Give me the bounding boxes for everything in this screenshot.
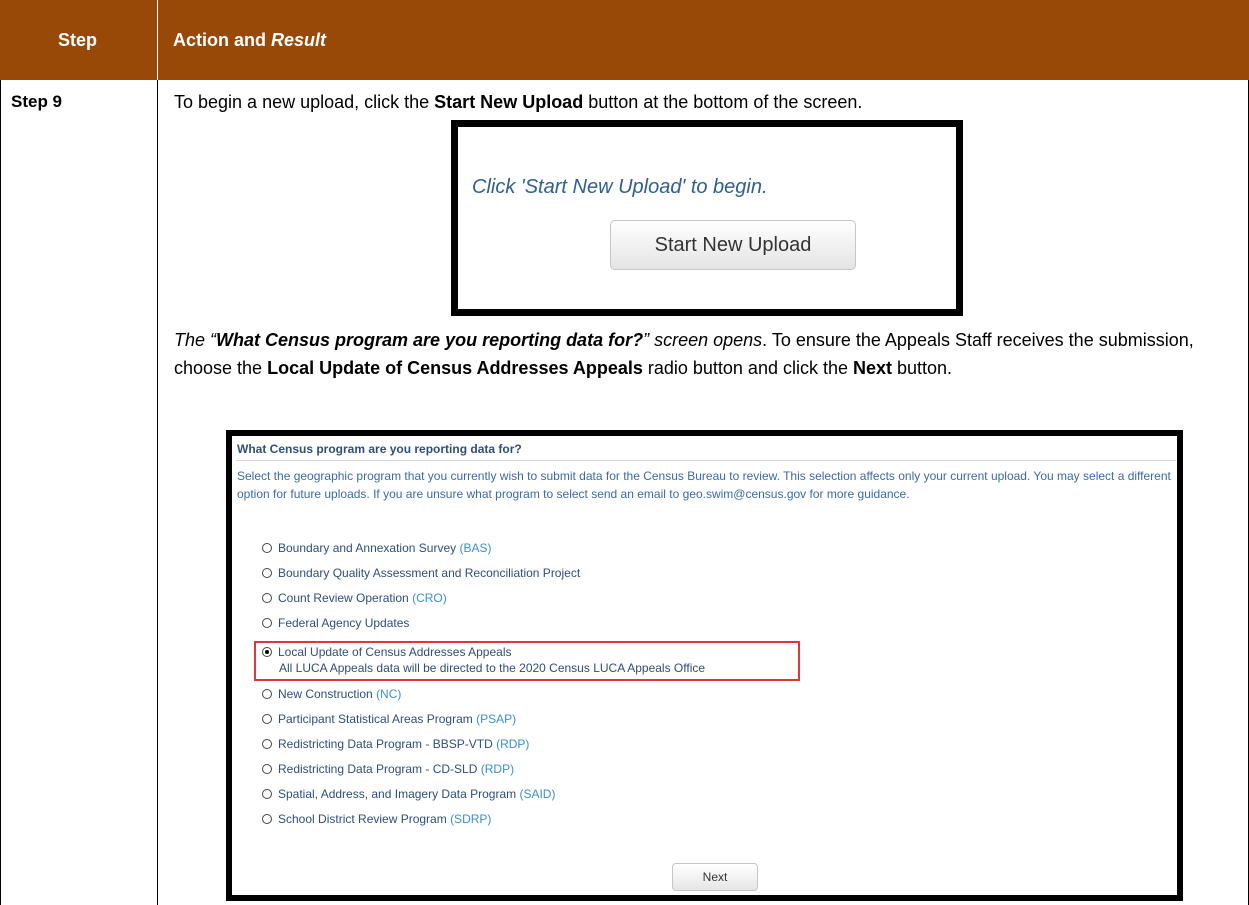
instruction-paragraph-1: To begin a new upload, click the Start N… xyxy=(174,88,1234,116)
step-number: Step 9 xyxy=(11,92,63,111)
option-label: Redistricting Data Program - BBSP-VTD xyxy=(278,737,493,751)
radio-icon[interactable] xyxy=(262,739,272,749)
next-button[interactable]: Next xyxy=(672,863,758,891)
p2-screen-intro: The “What Census program are you reporti… xyxy=(174,330,762,350)
program-selection-title: What Census program are you reporting da… xyxy=(237,442,522,456)
p2-next-name: Next xyxy=(853,358,893,378)
option-label: Local Update of Census Addresses Appeals xyxy=(278,645,512,659)
radio-icon[interactable] xyxy=(262,568,272,578)
p1-bold-button-name: Start New Upload xyxy=(434,92,584,112)
program-option-nc[interactable]: New Construction (NC) xyxy=(262,686,401,702)
p2-text-h: button. xyxy=(892,358,953,378)
program-selection-screenshot: What Census program are you reporting da… xyxy=(226,430,1183,901)
program-option-cro[interactable]: Count Review Operation (CRO) xyxy=(262,590,447,606)
program-option-bas[interactable]: Boundary and Annexation Survey (BAS) xyxy=(262,540,491,556)
radio-icon[interactable] xyxy=(262,618,272,628)
header-action: Action and Result xyxy=(173,0,326,80)
document-page: Step Action and Result Step 9 To begin a… xyxy=(0,0,1249,905)
program-option-psap[interactable]: Participant Statistical Areas Program (P… xyxy=(262,711,516,727)
radio-icon[interactable] xyxy=(262,593,272,603)
option-abbr: (SDRP) xyxy=(450,812,492,826)
radio-selected-icon[interactable] xyxy=(262,647,272,657)
program-option-luca-appeals[interactable]: Local Update of Census Addresses Appeals… xyxy=(262,644,705,676)
option-label: Boundary Quality Assessment and Reconcil… xyxy=(278,566,581,580)
program-selection-description: Select the geographic program that you c… xyxy=(237,467,1177,503)
radio-icon[interactable] xyxy=(262,764,272,774)
option-abbr: (RDP) xyxy=(496,737,530,751)
option-abbr: (BAS) xyxy=(459,541,492,555)
program-option-sdrp[interactable]: School District Review Program (SDRP) xyxy=(262,811,491,827)
table-column-divider xyxy=(157,80,158,905)
option-abbr: (NC) xyxy=(376,687,402,701)
program-option-bqarp[interactable]: Boundary Quality Assessment and Reconcil… xyxy=(262,565,580,581)
option-label: Boundary and Annexation Survey xyxy=(278,541,457,555)
radio-icon[interactable] xyxy=(262,814,272,824)
program-option-said[interactable]: Spatial, Address, and Imagery Data Progr… xyxy=(262,786,555,802)
option-label: School District Review Program xyxy=(278,812,447,826)
option-abbr: (RDP) xyxy=(480,762,515,776)
option-abbr: (PSAP) xyxy=(476,712,517,726)
option-label: Count Review Operation xyxy=(278,591,409,605)
header-result-label: Result xyxy=(271,29,327,50)
start-new-upload-button[interactable]: Start New Upload xyxy=(610,220,856,270)
option-abbr: (CRO) xyxy=(412,591,447,605)
p1-text-a: To begin a new upload, click the xyxy=(174,92,435,112)
radio-icon[interactable] xyxy=(262,689,272,699)
radio-icon[interactable] xyxy=(262,789,272,799)
header-divider xyxy=(157,0,158,80)
table-border-left xyxy=(0,80,1,905)
radio-icon[interactable] xyxy=(262,543,272,553)
option-abbr: (SAID) xyxy=(519,787,556,801)
option-note: All LUCA Appeals data will be directed t… xyxy=(279,661,706,675)
p1-text-c: button at the bottom of the screen. xyxy=(583,92,863,112)
table-header: Step Action and Result xyxy=(0,0,1249,80)
header-action-label: Action and xyxy=(173,29,266,50)
radio-icon[interactable] xyxy=(262,714,272,724)
support-email-link[interactable]: geo.swim@census.gov xyxy=(683,487,807,501)
description-text-b: for more guidance. xyxy=(806,487,910,501)
program-option-rdp-bbsp[interactable]: Redistricting Data Program - BBSP-VTD (R… xyxy=(262,736,529,752)
option-label: Redistricting Data Program - CD-SLD xyxy=(278,762,478,776)
start-upload-prompt: Click 'Start New Upload' to begin. xyxy=(472,176,768,198)
p2-screen-title: What Census program are you reporting da… xyxy=(216,330,644,350)
p2-option-name: Local Update of Census Addresses Appeals xyxy=(267,358,643,378)
program-option-federal-agency[interactable]: Federal Agency Updates xyxy=(262,615,409,631)
p2-text-a: The “ xyxy=(174,330,217,350)
option-label: New Construction xyxy=(278,687,373,701)
start-upload-screenshot: Click 'Start New Upload' to begin. Start… xyxy=(451,120,963,316)
title-divider xyxy=(236,460,1176,461)
header-step: Step xyxy=(57,29,97,50)
option-label: Participant Statistical Areas Program xyxy=(278,712,473,726)
option-label: Spatial, Address, and Imagery Data Progr… xyxy=(278,787,517,801)
option-label: Federal Agency Updates xyxy=(278,616,410,630)
p2-text-f: radio button and click the xyxy=(642,358,853,378)
instruction-paragraph-2: The “What Census program are you reporti… xyxy=(174,326,1234,382)
program-option-rdp-cdsld[interactable]: Redistricting Data Program - CD-SLD (RDP… xyxy=(262,761,514,777)
p2-text-c: ” screen opens xyxy=(643,330,763,350)
